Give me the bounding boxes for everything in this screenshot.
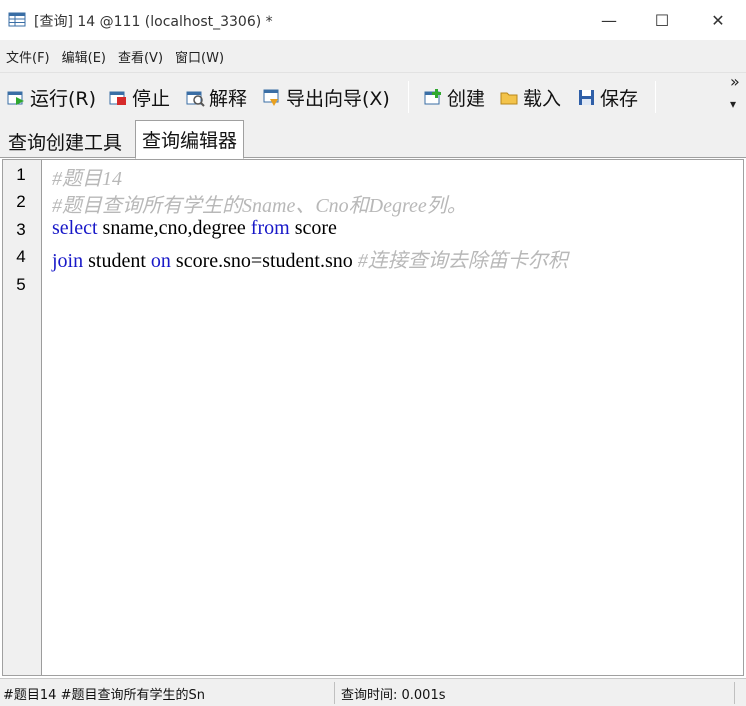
line-number: 1 <box>16 165 26 184</box>
create-button[interactable]: 创建 <box>423 84 485 110</box>
sql-keyword: from <box>250 217 290 239</box>
sql-comment: #题目查询所有学生的Sname、Cno和Degree列。 <box>52 195 467 217</box>
explain-button[interactable]: 解释 <box>185 84 247 110</box>
explain-icon <box>185 87 205 107</box>
create-label: 创建 <box>447 87 486 110</box>
status-query-time: 查询时间: 0.001s <box>341 688 446 703</box>
menu-window[interactable]: 窗口(W) <box>175 47 224 66</box>
status-divider <box>734 682 735 704</box>
sql-text: student <box>83 250 151 272</box>
run-icon <box>6 87 26 107</box>
sql-text: sname,cno,degree <box>97 217 251 239</box>
close-button[interactable]: ✕ <box>695 0 741 40</box>
save-label: 保存 <box>600 87 639 110</box>
code-line-1: #题目14 <box>52 162 122 191</box>
run-button[interactable]: 运行(R) <box>6 84 96 110</box>
sql-keyword: select <box>52 217 98 239</box>
menu-bar: 文件(F) 编辑(E) 查看(V) 窗口(W) <box>0 40 746 72</box>
tab-query-builder[interactable]: 查询创建工具 <box>2 124 128 158</box>
dropdown-arrow-icon: ▾ <box>730 97 737 111</box>
line-number: 2 <box>16 192 26 211</box>
explain-label: 解释 <box>209 87 248 110</box>
sql-text: score.sno=student.sno <box>170 250 358 272</box>
table-app-icon <box>8 10 26 28</box>
toolbar-separator <box>408 81 409 113</box>
run-label: 运行(R) <box>30 87 97 110</box>
sql-comment: #题目14 <box>52 168 122 190</box>
create-icon <box>423 87 443 107</box>
code-line-2: #题目查询所有学生的Sname、Cno和Degree列。 <box>52 189 467 218</box>
toolbar-separator-end <box>655 81 656 113</box>
status-query-preview: #题目14 #题目查询所有学生的Sn <box>3 688 205 703</box>
toolbar: 运行(R) 停止 解释 导出向导(X) 创建 载入 保存 <box>0 72 746 120</box>
menu-file[interactable]: 文件(F) <box>6 47 50 66</box>
status-bar: #题目14 #题目查询所有学生的Sn 查询时间: 0.001s <box>0 678 746 706</box>
load-label: 载入 <box>523 87 562 110</box>
line-number: 4 <box>16 247 26 266</box>
menu-view[interactable]: 查看(V) <box>118 47 163 66</box>
sql-keyword: on <box>150 250 171 272</box>
tab-strip: 查询创建工具 查询编辑器 <box>0 120 746 159</box>
window-title: [查询] 14 @111 (localhost_3306) * <box>34 14 273 30</box>
sql-keyword: join <box>52 250 84 272</box>
export-wizard-button[interactable]: 导出向导(X) <box>262 84 390 110</box>
export-label: 导出向导(X) <box>286 87 390 110</box>
minimize-button[interactable]: — <box>586 0 632 40</box>
save-button[interactable]: 保存 <box>576 84 638 110</box>
line-number: 3 <box>16 220 26 239</box>
floppy-disk-icon <box>576 87 596 107</box>
stop-icon <box>108 87 128 107</box>
load-button[interactable]: 载入 <box>499 84 561 110</box>
code-line-3: select sname,cno,degree from score <box>52 217 337 240</box>
toolbar-overflow[interactable]: » ▾ <box>730 72 744 116</box>
sql-editor[interactable]: 1 2 3 4 5 #题目14 #题目查询所有学生的Sname、Cno和Degr… <box>2 159 744 676</box>
maximize-button[interactable]: ☐ <box>639 0 685 40</box>
line-number-gutter: 1 2 3 4 5 <box>3 160 42 675</box>
title-bar: [查询] 14 @111 (localhost_3306) * — ☐ ✕ <box>0 0 746 40</box>
chevron-double-right-icon: » <box>730 72 740 91</box>
folder-icon <box>499 87 519 107</box>
stop-label: 停止 <box>132 87 171 110</box>
code-line-4: join student on score.sno=student.sno #连… <box>52 244 568 273</box>
export-icon <box>262 87 282 107</box>
line-number: 5 <box>16 275 26 294</box>
status-divider <box>334 682 335 704</box>
tab-query-editor[interactable]: 查询编辑器 <box>135 120 245 159</box>
menu-edit[interactable]: 编辑(E) <box>62 47 106 66</box>
sql-text: score <box>289 217 337 239</box>
sql-comment: #连接查询去除笛卡尔积 <box>357 250 568 272</box>
stop-button[interactable]: 停止 <box>108 84 170 110</box>
